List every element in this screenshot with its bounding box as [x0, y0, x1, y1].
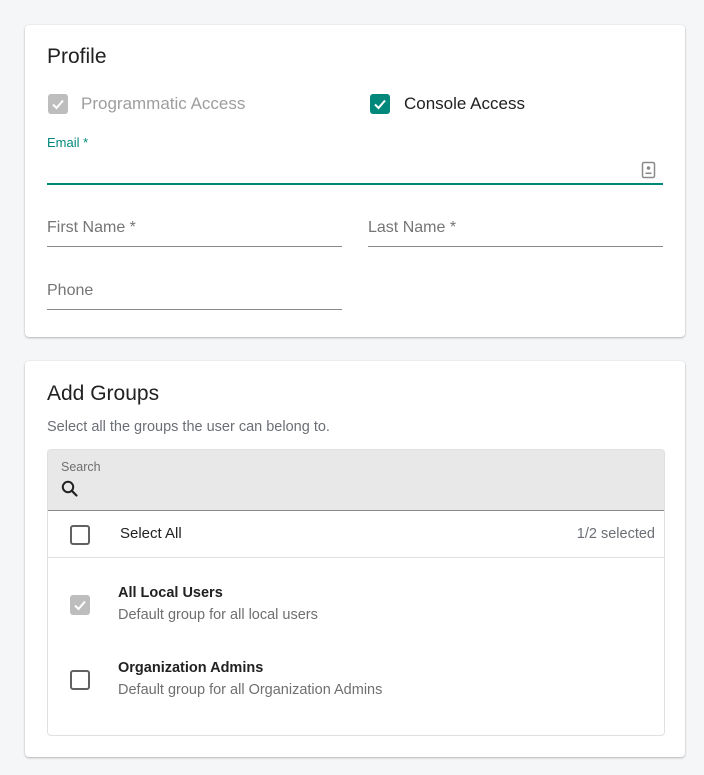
group-name: All Local Users	[118, 585, 223, 601]
phone-input[interactable]	[47, 282, 342, 304]
groups-list-box: Search Select All 1/2 selected All Local…	[47, 449, 665, 736]
first-name-input[interactable]	[47, 219, 342, 241]
programmatic-access-checkbox[interactable]	[48, 94, 68, 114]
selected-count: 1/2 selected	[576, 526, 655, 542]
group-checkbox[interactable]	[70, 595, 90, 615]
select-all-checkbox[interactable]	[70, 525, 90, 545]
contact-card-icon[interactable]	[641, 161, 657, 179]
search-label: Search	[61, 460, 101, 474]
group-description: Default group for all Organization Admin…	[118, 682, 383, 698]
group-checkbox[interactable]	[70, 670, 90, 690]
first-name-field[interactable]: First Name *	[47, 219, 342, 249]
checkmark-icon	[374, 99, 386, 110]
search-input[interactable]	[88, 480, 652, 500]
groups-title: Add Groups	[47, 382, 160, 405]
group-description: Default group for all local users	[118, 607, 318, 623]
last-name-underline	[368, 246, 663, 247]
last-name-field[interactable]: Last Name *	[368, 219, 663, 249]
profile-card: Profile Programmatic Access Console Acce…	[25, 25, 685, 337]
select-all-row[interactable]: Select All 1/2 selected	[48, 511, 664, 558]
console-access-checkbox[interactable]	[370, 94, 390, 114]
email-underline	[47, 183, 663, 185]
groups-card: Add Groups Select all the groups the use…	[25, 361, 685, 757]
phone-underline	[47, 309, 342, 310]
search-icon	[61, 480, 78, 497]
search-field[interactable]: Search	[48, 450, 664, 511]
select-all-label: Select All	[120, 525, 182, 542]
group-item-organization-admins[interactable]: Organization Admins Default group for al…	[48, 660, 664, 720]
email-input[interactable]	[47, 159, 633, 181]
last-name-input[interactable]	[368, 219, 663, 241]
checkmark-icon	[52, 99, 64, 110]
group-name: Organization Admins	[118, 660, 264, 676]
group-item-all-local-users[interactable]: All Local Users Default group for all lo…	[48, 585, 664, 645]
groups-subtitle: Select all the groups the user can belon…	[47, 419, 330, 435]
email-label: Email *	[47, 135, 89, 150]
programmatic-access-label: Programmatic Access	[81, 94, 246, 113]
checkmark-icon	[74, 600, 86, 611]
profile-title: Profile	[47, 45, 107, 68]
phone-field[interactable]: Phone	[47, 282, 342, 312]
email-field[interactable]: Email *	[47, 135, 663, 187]
console-access-label: Console Access	[404, 94, 525, 113]
first-name-underline	[47, 246, 342, 247]
